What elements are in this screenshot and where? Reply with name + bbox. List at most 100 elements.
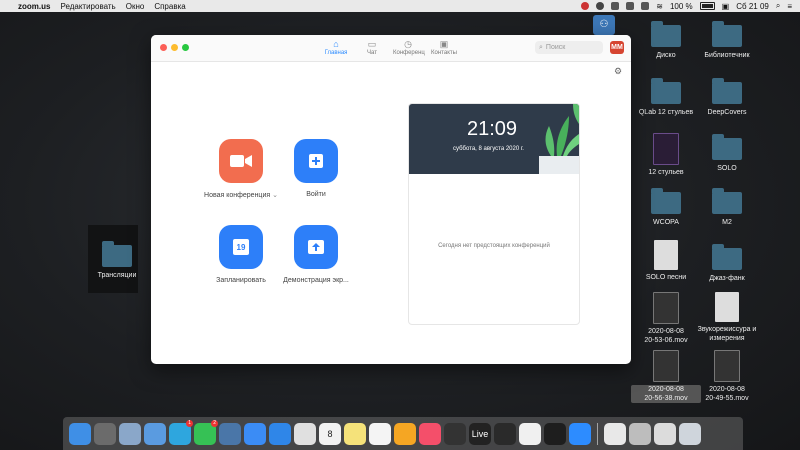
zoom-icon[interactable] xyxy=(569,422,591,445)
tab-home[interactable]: ⌂ Главная xyxy=(321,39,351,56)
desktop-video-file-2[interactable]: 2020-08-08 20-56-38.mov xyxy=(631,350,701,403)
dock-icon-text: 8 xyxy=(327,428,333,439)
chrome-icon[interactable] xyxy=(294,422,316,445)
folder-icon xyxy=(712,21,742,47)
preview-icon[interactable] xyxy=(119,422,141,445)
desktop-file-solo-songs[interactable]: SOLO песни xyxy=(631,240,701,282)
logic-icon[interactable] xyxy=(444,422,466,445)
desktop-icon-label: WCOPA xyxy=(653,219,679,226)
video-file-icon xyxy=(653,292,679,324)
folder-stack-icon[interactable] xyxy=(629,422,651,445)
desktop-icon-label: M2 xyxy=(722,219,732,226)
tab-contacts[interactable]: ▣ Контакты xyxy=(429,39,459,56)
schedule-button[interactable]: 19 xyxy=(219,225,263,269)
title-bar[interactable]: ⌂ Главная ▭ Чат ◷ Конференц ▣ Контакты ⌕… xyxy=(151,35,631,62)
reminders-icon[interactable] xyxy=(369,422,391,445)
plus-icon xyxy=(309,154,323,168)
menu-app-name[interactable]: zoom.us xyxy=(18,2,50,11)
whatsapp-icon[interactable]: 2 xyxy=(194,419,218,445)
screenshot-icon[interactable] xyxy=(654,422,676,445)
desktop-file-12-chairs[interactable]: 12 стульев xyxy=(631,133,701,177)
notes-icon[interactable] xyxy=(344,422,366,445)
music-icon[interactable] xyxy=(419,422,441,445)
close-window-button[interactable] xyxy=(160,44,167,51)
share-screen-icon xyxy=(308,240,324,254)
wifi-icon[interactable]: ≋ xyxy=(656,2,663,11)
desktop-folder-translations[interactable]: Трансляции xyxy=(82,241,152,280)
main-tabs: ⌂ Главная ▭ Чат ◷ Конференц ▣ Контакты xyxy=(321,39,459,56)
people-widget-icon[interactable]: ⚇ xyxy=(593,15,615,35)
share-screen-button[interactable] xyxy=(294,225,338,269)
folder-icon xyxy=(651,188,681,214)
desktop-icon-label: Звукорежиссура и измерения xyxy=(697,326,757,342)
status-window-icon[interactable] xyxy=(626,2,635,10)
join-button[interactable] xyxy=(294,139,338,183)
safari-icon[interactable] xyxy=(269,422,291,445)
calendar-icon[interactable]: 8 xyxy=(319,422,341,445)
menu-bar: zoom.us Редактировать Окно Справка ≋ 100… xyxy=(0,0,800,12)
battery-percent: 100 % xyxy=(669,1,693,11)
tab-chat[interactable]: ▭ Чат xyxy=(357,39,387,56)
notification-badge: 2 xyxy=(211,419,218,427)
tab-meetings[interactable]: ◷ Конференц xyxy=(393,39,425,56)
photos-icon[interactable] xyxy=(519,422,541,445)
final-cut-icon[interactable] xyxy=(494,422,516,445)
desktop-folder-solo[interactable]: SOLO xyxy=(692,134,762,173)
card-header: 21:09 суббота, 8 августа 2020 г. xyxy=(409,104,579,174)
status-app-icon[interactable] xyxy=(581,2,590,10)
finder-icon[interactable] xyxy=(69,422,91,445)
desktop-folder-deepcovers[interactable]: DeepCovers xyxy=(692,78,762,117)
desktop-folder-jazz-funk[interactable]: Джаз-фанк xyxy=(692,244,762,283)
new-meeting-button[interactable] xyxy=(219,139,263,183)
menu-edit[interactable]: Редактировать xyxy=(60,2,115,11)
folder-icon xyxy=(712,134,742,160)
menu-window[interactable]: Окно xyxy=(126,2,145,11)
calendar-day: 19 xyxy=(236,243,246,252)
settings-gear-icon[interactable]: ⚙ xyxy=(614,66,622,77)
launchpad-icon[interactable] xyxy=(94,422,116,445)
search-icon[interactable]: ⌕ xyxy=(776,1,780,11)
search-input[interactable]: ⌕ Поиск xyxy=(535,41,603,54)
minimize-window-button[interactable] xyxy=(171,44,178,51)
desktop-icon-label: QLab 12 стульев xyxy=(638,109,694,116)
document-icon xyxy=(654,240,678,270)
desktop-icon-label: SOLO xyxy=(717,165,737,172)
desktop-folder-qlab[interactable]: QLab 12 стульев xyxy=(631,78,701,117)
dock-icon-text: Live xyxy=(471,428,489,439)
list-icon[interactable]: ≡ xyxy=(787,2,792,11)
desktop-folder-librarian[interactable]: Библиотечник xyxy=(692,21,762,60)
trash-icon[interactable] xyxy=(679,422,701,445)
status-square-icon[interactable] xyxy=(611,2,620,10)
menu-help[interactable]: Справка xyxy=(154,2,185,11)
desktop-document-sound[interactable]: Звукорежиссура и измерения xyxy=(692,292,762,343)
desktop-icon-label: Трансляции xyxy=(97,272,137,279)
battery-icon[interactable] xyxy=(699,2,715,10)
share-screen-action[interactable]: Демонстрация экр... xyxy=(271,225,361,284)
telegram-icon[interactable]: 1 xyxy=(169,419,193,445)
desktop-folder-wcopa[interactable]: WCOPA xyxy=(631,188,701,227)
flag-icon[interactable]: ▣ xyxy=(722,2,730,11)
desktop-video-file-1[interactable]: 2020-08-08 20-53-06.mov xyxy=(631,292,701,345)
status-circle-icon[interactable] xyxy=(596,2,605,10)
maximize-window-button[interactable] xyxy=(182,44,189,51)
video-camera-icon xyxy=(230,155,252,167)
clock-icon: ◷ xyxy=(404,39,412,49)
ableton-live-icon[interactable]: Live xyxy=(469,422,491,445)
home-icon: ⌂ xyxy=(333,39,339,49)
desktop-folder-disco[interactable]: Диско xyxy=(631,21,701,60)
new-meeting-label: Новая конференция xyxy=(204,192,271,199)
pages-icon[interactable] xyxy=(394,422,416,445)
avatar[interactable]: MM xyxy=(610,41,624,54)
obs-icon[interactable] xyxy=(544,422,566,445)
join-action[interactable]: Войти xyxy=(271,139,361,198)
desktop-video-file-3[interactable]: 2020-08-08 20-49-55.mov xyxy=(692,350,762,403)
airplay-icon[interactable] xyxy=(641,2,650,10)
document-icon[interactable] xyxy=(604,422,626,445)
vk-icon[interactable] xyxy=(219,422,241,445)
desktop-icon-label: 2020-08-08 20-49-55.mov xyxy=(705,386,749,402)
desktop-folder-m2[interactable]: M2 xyxy=(692,188,762,227)
chat-bubble-icon[interactable] xyxy=(144,422,166,445)
menu-clock[interactable]: Сб 21 09 xyxy=(736,2,769,11)
notification-badge: 1 xyxy=(186,419,193,427)
messenger-icon[interactable] xyxy=(244,422,266,445)
